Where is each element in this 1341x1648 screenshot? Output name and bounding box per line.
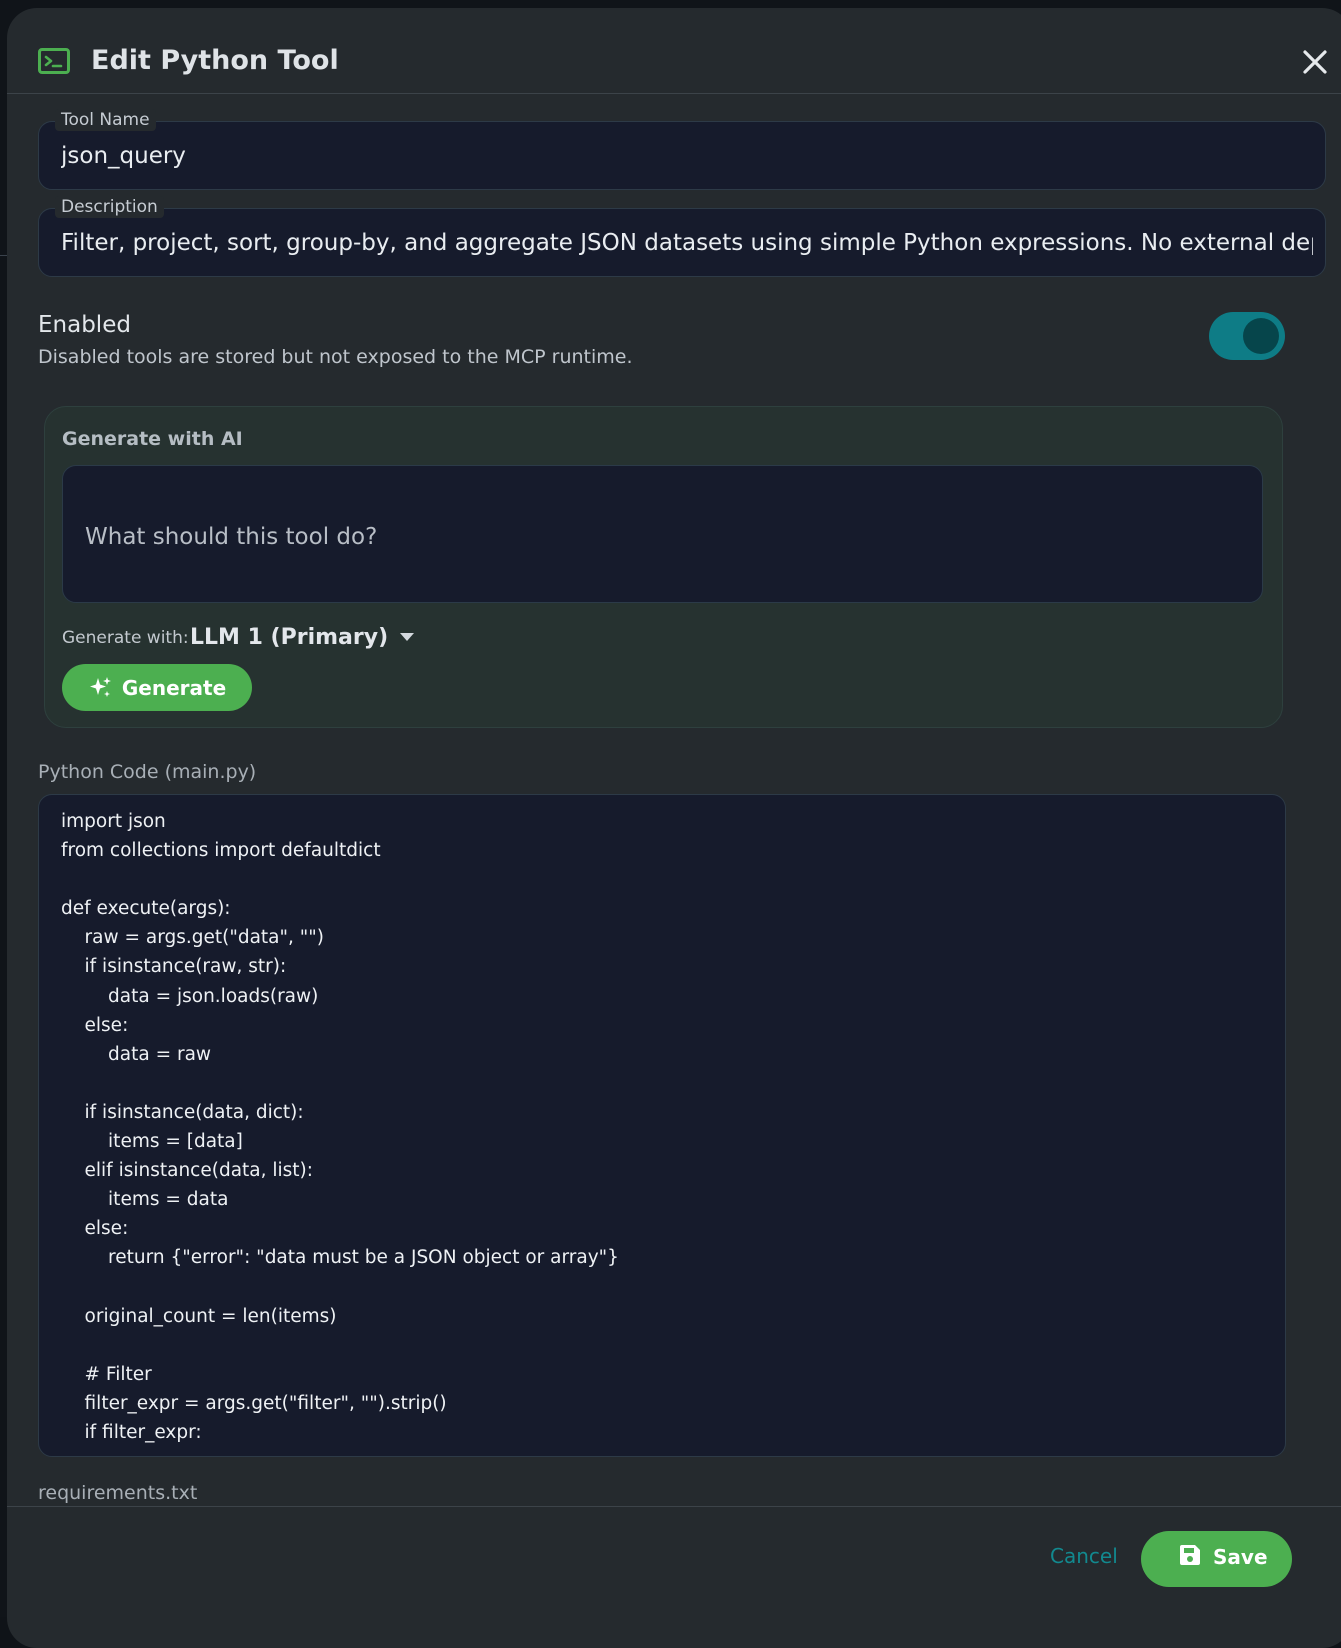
- model-select[interactable]: LLM 1 (Primary): [190, 621, 415, 653]
- footer-divider: [7, 1506, 1341, 1507]
- code-content[interactable]: import json from collections import defa…: [61, 807, 619, 1447]
- enabled-toggle[interactable]: [1209, 312, 1285, 360]
- code-label: Python Code (main.py): [38, 761, 257, 783]
- tool-name-input[interactable]: json_query: [61, 143, 1313, 169]
- dialog-title: Edit Python Tool: [91, 45, 339, 76]
- close-icon[interactable]: [1298, 45, 1332, 79]
- enabled-help-text: Disabled tools are stored but not expose…: [38, 346, 633, 368]
- tool-name-label: Tool Name: [55, 109, 156, 131]
- generate-button[interactable]: Generate: [62, 664, 252, 711]
- description-input[interactable]: Filter, project, sort, group-by, and agg…: [61, 230, 1313, 256]
- cancel-button[interactable]: Cancel: [1050, 1544, 1118, 1568]
- chevron-down-icon: [400, 633, 415, 641]
- sparkle-icon: [89, 676, 111, 697]
- model-select-value: LLM 1 (Primary): [190, 624, 389, 650]
- generate-ai-title: Generate with AI: [62, 428, 243, 450]
- toggle-knob: [1243, 318, 1279, 354]
- code-editor[interactable]: import json from collections import defa…: [38, 794, 1286, 1457]
- terminal-icon: [38, 48, 70, 74]
- save-icon: [1180, 1545, 1200, 1565]
- ai-prompt-input[interactable]: What should this tool do?: [62, 465, 1263, 603]
- requirements-label: requirements.txt: [38, 1482, 198, 1504]
- ai-prompt-placeholder: What should this tool do?: [85, 524, 378, 550]
- generate-with-label: Generate with:: [62, 628, 189, 648]
- description-label: Description: [55, 196, 164, 218]
- dialog-header: Edit Python Tool: [7, 8, 1341, 94]
- description-field[interactable]: Description Filter, project, sort, group…: [38, 196, 1326, 277]
- edit-tool-dialog: Edit Python Tool Tool Name json_query De…: [7, 8, 1341, 1648]
- enabled-title: Enabled: [38, 312, 131, 338]
- save-button-label: Save: [1213, 1545, 1268, 1569]
- save-button[interactable]: Save: [1141, 1531, 1292, 1587]
- generate-button-label: Generate: [121, 675, 227, 700]
- generate-ai-panel: Generate with AI What should this tool d…: [44, 406, 1283, 728]
- tool-name-field[interactable]: Tool Name json_query: [38, 109, 1326, 190]
